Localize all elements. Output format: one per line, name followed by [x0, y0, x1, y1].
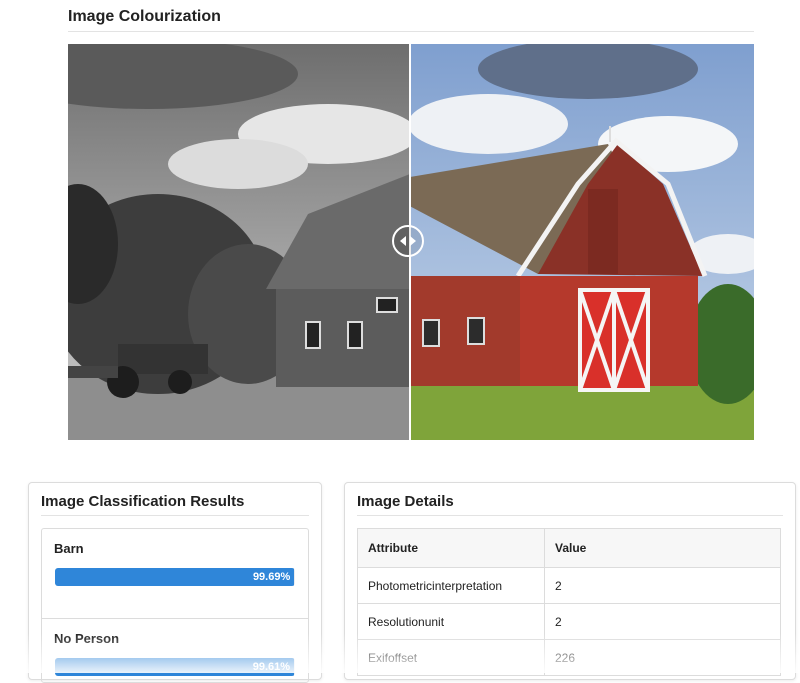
classification-card: Image Classification Results Barn 99.69%… — [28, 482, 322, 683]
table-row: Resolutionunit 2 — [357, 603, 781, 640]
class-label: Barn — [54, 541, 84, 556]
left-right-arrows-icon — [400, 236, 416, 246]
column-header-attribute: Attribute — [357, 528, 545, 568]
attribute-cell: Photometricinterpretation — [357, 567, 545, 604]
column-header-value: Value — [544, 528, 781, 568]
value-cell: 2 — [544, 603, 781, 640]
classification-title: Image Classification Results — [41, 493, 309, 516]
confidence-value: 99.61% — [252, 661, 291, 673]
confidence-bar-fill: 99.61% — [55, 658, 295, 676]
class-label: No Person — [54, 631, 120, 646]
value-cell: 226 — [544, 639, 781, 676]
classification-list: Barn 99.69% No Person 99.61% — [41, 528, 309, 683]
attribute-cell: Resolutionunit — [357, 603, 545, 640]
value-cell: 2 — [544, 567, 781, 604]
confidence-bar-fill: 99.69% — [55, 568, 295, 586]
attribute-cell: Exifoffset — [357, 639, 545, 676]
list-item: Barn 99.69% — [42, 529, 308, 619]
table-row: Photometricinterpretation 2 — [357, 567, 781, 604]
list-item: No Person 99.61% — [42, 619, 308, 682]
confidence-value: 99.69% — [252, 571, 291, 583]
table-row: Exifoffset 226 — [357, 639, 781, 676]
details-card: Image Details Attribute Value Photometri… — [344, 482, 796, 680]
confidence-bar: 99.61% — [55, 658, 295, 676]
image-comparison-slider[interactable] — [68, 44, 754, 440]
details-title: Image Details — [357, 493, 783, 516]
table-header-row: Attribute Value — [357, 528, 781, 568]
confidence-bar: 99.69% — [55, 568, 295, 586]
comparison-handle[interactable] — [392, 225, 424, 257]
colourization-title: Image Colourization — [68, 8, 754, 32]
details-table: Attribute Value Photometricinterpretatio… — [357, 528, 781, 676]
